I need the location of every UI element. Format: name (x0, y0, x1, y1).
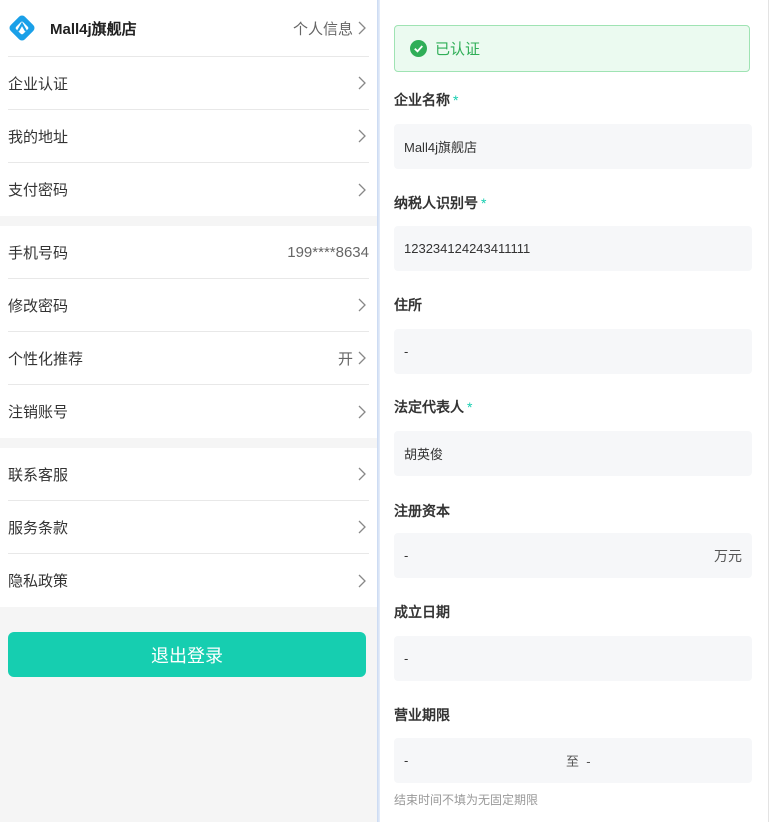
taxpayer-id-field: 123234124243411111 (394, 226, 752, 271)
address-field: - (394, 329, 752, 374)
registered-capital-field: - 万元 (394, 533, 752, 578)
required-mark: * (453, 92, 459, 108)
field-label-legal-representative: 法定代表人 * (394, 397, 472, 417)
field-label-registered-capital: 注册资本 (394, 501, 450, 521)
shop-name: Mall4j旗舰店 (50, 20, 137, 38)
field-label-business-term: 营业期限 (394, 705, 450, 725)
recommendation-status: 开 (337, 350, 353, 368)
settings-item-delete-account[interactable]: 注销账号 (8, 385, 369, 438)
settings-item-phone-number[interactable]: 手机号码 199****8634 (8, 226, 369, 279)
phone-number-value: 199****8634 (287, 243, 369, 261)
settings-item-label: 隐私政策 (8, 573, 69, 590)
business-term-end: - (586, 754, 591, 769)
settings-group-security: 手机号码 199****8634 修改密码 个性化推荐 开 注销账号 (0, 226, 377, 438)
enterprise-certification-panel: 已认证 企业名称 * Mall4j旗舰店 纳税人识别号 * 123234124243… (380, 0, 769, 822)
settings-item-label: 修改密码 (8, 297, 69, 315)
certification-status-banner: 已认证 (394, 25, 750, 72)
settings-item-personalized-recommendation[interactable]: 个性化推荐 开 (8, 332, 369, 385)
settings-item-terms-of-service[interactable]: 服务条款 (8, 501, 369, 554)
chevron-right-icon (358, 298, 366, 312)
establishment-date-value: - (404, 651, 409, 666)
chevron-right-icon (358, 129, 366, 143)
business-term-hint: 结束时间不填为无固定期限 (394, 793, 539, 807)
settings-item-label: 手机号码 (8, 244, 69, 262)
settings-item-customer-service[interactable]: 联系客服 (8, 448, 369, 501)
required-mark: * (467, 399, 473, 415)
field-label-address: 住所 (394, 295, 422, 315)
shop-logo-icon (9, 15, 35, 41)
chevron-right-icon (358, 405, 366, 418)
required-mark: * (481, 195, 487, 211)
check-circle-icon (410, 40, 427, 57)
business-term-field: - 至 - (394, 738, 752, 783)
settings-item-label: 企业认证 (8, 75, 69, 93)
field-label-text: 注册资本 (394, 503, 450, 519)
settings-group-account: Mall4j旗舰店 个人信息 企业认证 我的地址 支付密码 (0, 0, 377, 216)
address-value: - (404, 344, 409, 359)
chevron-right-icon (358, 183, 366, 196)
settings-item-enterprise-certification[interactable]: 企业认证 (8, 57, 369, 110)
settings-item-payment-password[interactable]: 支付密码 (8, 163, 369, 216)
personal-info-link[interactable]: 个人信息 (293, 18, 353, 39)
range-separator: 至 (566, 754, 580, 769)
chevron-right-icon (358, 467, 366, 481)
business-term-start: - (404, 753, 409, 768)
chevron-right-icon (358, 351, 366, 365)
field-label-text: 纳税人识别号 (394, 195, 478, 211)
certification-status-text: 已认证 (435, 41, 481, 58)
settings-panel: Mall4j旗舰店 个人信息 企业认证 我的地址 支付密码 手机号码 199**… (0, 0, 377, 822)
settings-item-label: 服务条款 (8, 519, 69, 537)
field-label-text: 营业期限 (394, 707, 450, 723)
legal-representative-value: 胡英俊 (404, 447, 444, 462)
capital-unit: 万元 (714, 547, 742, 564)
chevron-right-icon (358, 520, 366, 534)
legal-representative-field: 胡英俊 (394, 431, 752, 476)
field-label-company-name: 企业名称 * (394, 90, 458, 110)
business-term-range: 至 - (566, 751, 591, 770)
logout-button[interactable]: 退出登录 (8, 632, 366, 677)
field-label-text: 成立日期 (394, 604, 450, 620)
group-divider (0, 216, 377, 226)
shop-profile-row[interactable]: Mall4j旗舰店 个人信息 (8, 0, 369, 57)
field-label-establishment-date: 成立日期 (394, 602, 450, 622)
company-name-value: Mall4j旗舰店 (404, 140, 477, 155)
settings-item-label: 支付密码 (8, 182, 69, 199)
chevron-right-icon (358, 21, 366, 35)
establishment-date-field: - (394, 636, 752, 681)
settings-item-label: 注销账号 (8, 404, 69, 421)
field-label-taxpayer-id: 纳税人识别号 * (394, 193, 486, 213)
chevron-right-icon (358, 76, 366, 90)
registered-capital-value: - (404, 548, 409, 563)
settings-item-change-password[interactable]: 修改密码 (8, 279, 369, 332)
field-label-text: 住所 (394, 297, 422, 313)
company-name-field: Mall4j旗舰店 (394, 124, 752, 169)
settings-item-my-address[interactable]: 我的地址 (8, 110, 369, 163)
chevron-right-icon (358, 574, 366, 587)
settings-group-support: 联系客服 服务条款 隐私政策 (0, 448, 377, 607)
field-label-text: 法定代表人 (394, 399, 464, 415)
settings-item-label: 我的地址 (8, 128, 69, 146)
field-label-text: 企业名称 (394, 92, 450, 108)
settings-item-label: 个性化推荐 (8, 350, 84, 368)
taxpayer-id-value: 123234124243411111 (404, 241, 531, 256)
settings-item-privacy-policy[interactable]: 隐私政策 (8, 554, 369, 607)
group-divider (0, 438, 377, 448)
settings-item-label: 联系客服 (8, 466, 69, 484)
